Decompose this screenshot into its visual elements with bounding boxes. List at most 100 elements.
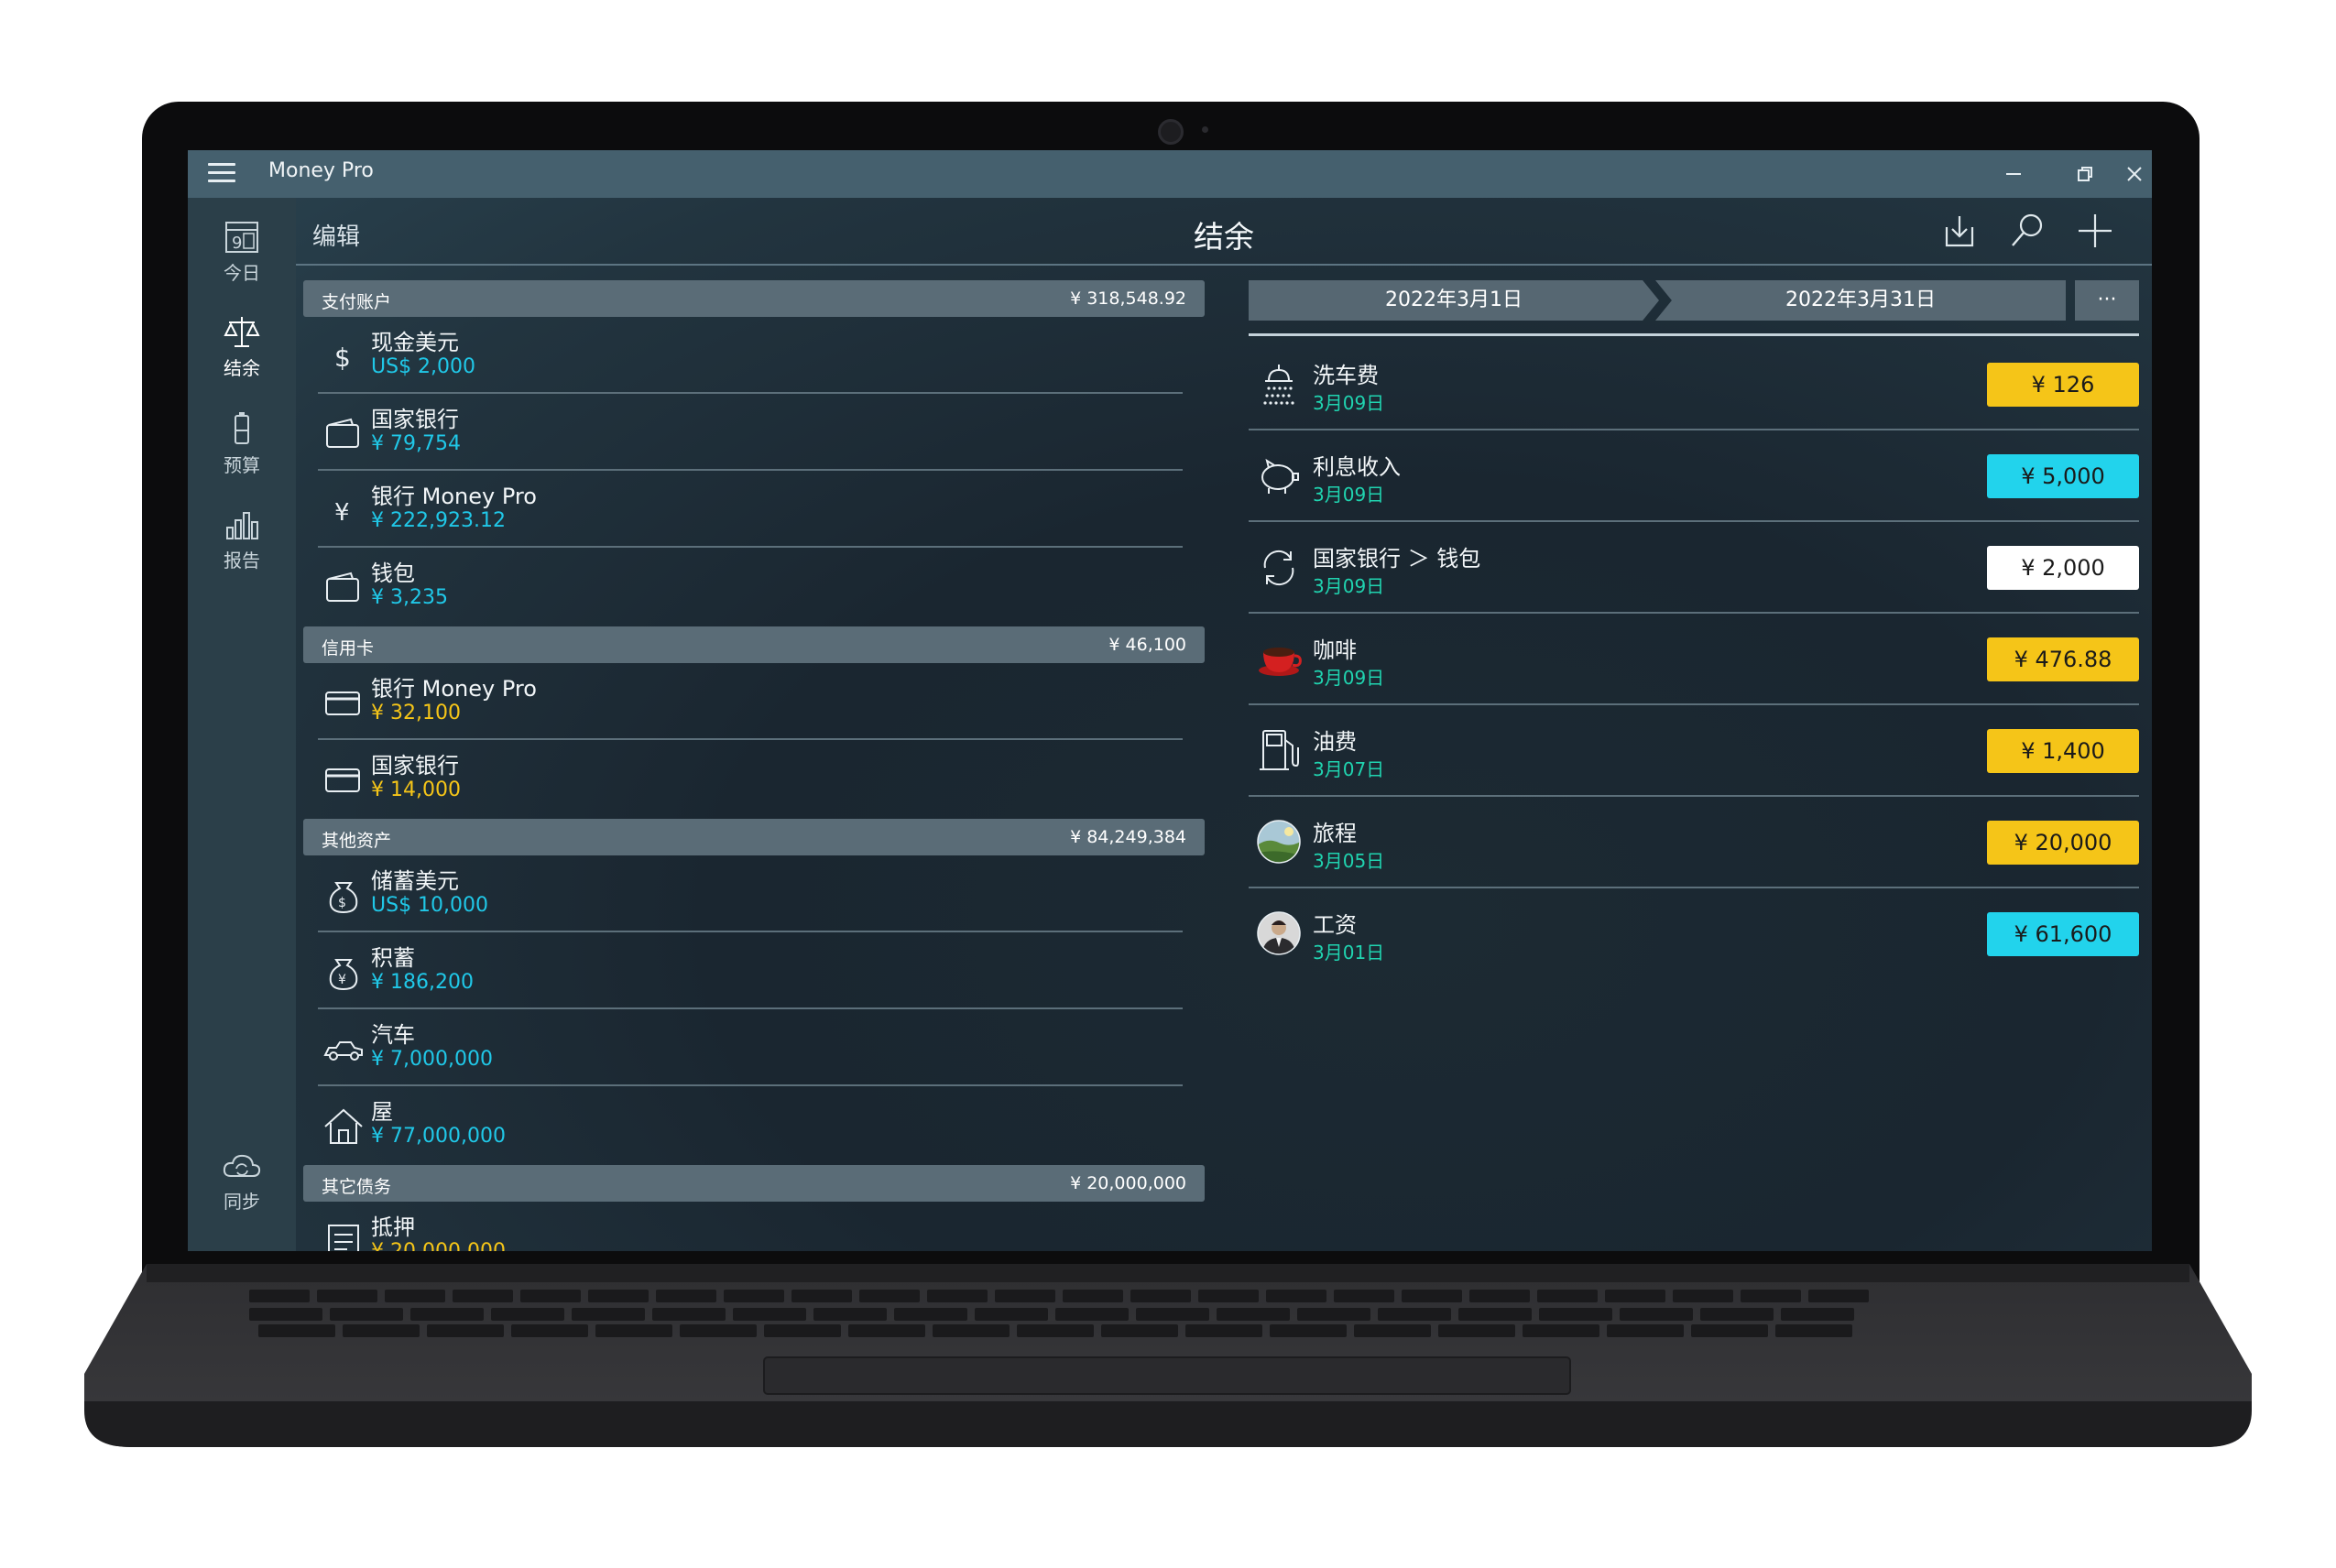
transaction-item[interactable]: 旅程 3月05日 ¥ 20,000	[1249, 797, 2139, 888]
keyboard-key	[1605, 1290, 1665, 1302]
account-item-car[interactable]: 汽车 ¥ 7,000,000	[318, 1009, 1183, 1086]
keyboard-key	[317, 1290, 377, 1302]
keyboard-key	[680, 1324, 757, 1337]
keyboard-key	[520, 1290, 581, 1302]
account-item-savings[interactable]: ¥ 积蓄 ¥ 186,200	[318, 932, 1183, 1009]
keyboard-key	[453, 1290, 513, 1302]
transaction-name: 咖啡	[1313, 637, 1357, 663]
transaction-amount-badge: ¥ 476.88	[1987, 637, 2139, 681]
account-item-cash-usd[interactable]: $ 现金美元 US$ 2,000	[318, 317, 1183, 394]
section-name: 其他资产	[322, 831, 392, 851]
keyboard-key	[764, 1324, 841, 1337]
section-total: ¥ 46,100	[1108, 635, 1186, 655]
period-end-button[interactable]: 2022年3月31日	[1655, 280, 2066, 321]
transaction-date: 3月07日	[1313, 758, 1385, 780]
transaction-item[interactable]: 国家银行 ＞ 钱包 3月09日 ¥ 2,000	[1249, 522, 2139, 614]
cloud-sync-icon	[223, 1154, 261, 1177]
account-item-bank-money-pro[interactable]: ¥ 银行 Money Pro ¥ 222,923.12	[318, 471, 1183, 548]
transaction-name: 利息收入	[1313, 454, 1401, 480]
transaction-item[interactable]: 洗车费 3月09日 ¥ 126	[1249, 339, 2139, 430]
transaction-date: 3月09日	[1313, 575, 1385, 597]
account-name: 钱包	[371, 561, 415, 586]
sidebar-item-today[interactable]: 9 今日	[188, 218, 296, 285]
sidebar-item-reports[interactable]: 报告	[188, 506, 296, 572]
account-name: 银行 Money Pro	[371, 484, 537, 509]
keyboard-key	[733, 1308, 806, 1321]
account-amount: US$ 10,000	[371, 894, 489, 917]
sidebar-item-budget[interactable]: 预算	[188, 410, 296, 477]
keyboard-key	[1775, 1324, 1852, 1337]
wallet-icon	[326, 418, 359, 448]
transaction-amount-badge: ¥ 2,000	[1987, 546, 2139, 590]
section-total: ¥ 20,000,000	[1070, 1173, 1186, 1193]
transaction-item[interactable]: 咖啡 3月09日 ¥ 476.88	[1249, 614, 2139, 705]
keyboard-key	[1270, 1324, 1347, 1337]
keyboard-key	[995, 1290, 1055, 1302]
bar-chart-icon	[226, 512, 258, 539]
document-icon	[328, 1225, 359, 1251]
keyboard-key	[572, 1308, 645, 1321]
account-item-house[interactable]: 屋 ¥ 77,000,000	[318, 1086, 1183, 1163]
keyboard-key	[1808, 1290, 1869, 1302]
keyboard-key	[1402, 1290, 1462, 1302]
transaction-item[interactable]: 利息收入 3月09日 ¥ 5,000	[1249, 430, 2139, 522]
transaction-name: 洗车费	[1313, 363, 1379, 388]
sync-label: 同步	[224, 1191, 260, 1213]
minimize-button[interactable]	[1978, 150, 2049, 198]
account-item-mortgage[interactable]: 抵押 ¥ 20,000,000	[318, 1202, 1183, 1251]
header-divider	[296, 264, 2152, 266]
transaction-name: 油费	[1313, 729, 1357, 755]
piggy-bank-icon	[1261, 458, 1299, 494]
coffee-cup-icon	[1259, 648, 1302, 676]
transaction-date: 3月05日	[1313, 850, 1385, 872]
transfer-icon	[1263, 550, 1294, 586]
account-amount: ¥ 77,000,000	[371, 1125, 506, 1148]
account-item-savings-usd[interactable]: $ 储蓄美元 US$ 10,000	[318, 855, 1183, 932]
account-item-credit-money-pro[interactable]: 银行 Money Pro ¥ 32,100	[318, 663, 1183, 740]
period-start-button[interactable]: 2022年3月1日	[1249, 280, 1659, 321]
account-amount: US$ 2,000	[371, 355, 476, 378]
account-item-credit-national-bank[interactable]: 国家银行 ¥ 14,000	[318, 740, 1183, 817]
account-item-national-bank[interactable]: 国家银行 ¥ 79,754	[318, 394, 1183, 471]
keyboard-key	[1017, 1324, 1094, 1337]
section-total: ¥ 318,548.92	[1070, 289, 1186, 309]
transaction-name: 工资	[1313, 912, 1357, 938]
transaction-date: 3月09日	[1313, 667, 1385, 689]
section-header-credit-cards[interactable]: 信用卡 ¥ 46,100	[303, 626, 1205, 663]
search-icon[interactable]	[2007, 211, 2047, 251]
section-header-other-assets[interactable]: 其他资产 ¥ 84,249,384	[303, 819, 1205, 855]
transaction-item[interactable]: 油费 3月07日 ¥ 1,400	[1249, 705, 2139, 797]
app-title: Money Pro	[268, 159, 374, 182]
period-more-button[interactable]: ···	[2075, 280, 2139, 321]
svg-text:$: $	[338, 896, 346, 910]
sync-button[interactable]: 同步	[188, 1150, 296, 1214]
keyboard-key	[1620, 1308, 1693, 1321]
account-name: 国家银行	[371, 753, 459, 779]
transaction-name: 国家银行 ＞ 钱包	[1313, 546, 1481, 572]
account-name: 积蓄	[371, 945, 415, 971]
keyboard-key	[1673, 1290, 1733, 1302]
keyboard-key	[491, 1308, 564, 1321]
section-header-other-liabilities[interactable]: 其它债务 ¥ 20,000,000	[303, 1165, 1205, 1202]
keyboard-key	[330, 1308, 403, 1321]
section-header-payment-accounts[interactable]: 支付账户 ¥ 318,548.92	[303, 280, 1205, 317]
restore-button[interactable]	[2049, 150, 2121, 198]
svg-text:¥: ¥	[338, 973, 346, 987]
period-divider	[1249, 333, 2139, 336]
dollar-icon: $	[334, 343, 351, 373]
import-icon[interactable]	[1939, 211, 1980, 251]
account-item-wallet[interactable]: 钱包 ¥ 3,235	[318, 548, 1183, 625]
add-icon[interactable]	[2075, 211, 2115, 251]
transaction-item[interactable]: 工资 3月01日 ¥ 61,600	[1249, 888, 2139, 980]
keyboard-key	[1185, 1324, 1262, 1337]
hamburger-menu-icon[interactable]	[208, 163, 235, 183]
keyboard-key	[652, 1308, 726, 1321]
laptop-keyboard-base	[84, 1264, 2252, 1447]
sidebar: 9 今日 结余 预算 报告 同步	[188, 198, 296, 1251]
close-button[interactable]	[2117, 150, 2152, 198]
transaction-amount-badge: ¥ 1,400	[1987, 729, 2139, 773]
keyboard-key	[1266, 1290, 1326, 1302]
car-icon	[323, 1041, 363, 1061]
account-name: 抵押	[371, 1214, 415, 1240]
sidebar-item-balance[interactable]: 结余	[188, 313, 296, 380]
